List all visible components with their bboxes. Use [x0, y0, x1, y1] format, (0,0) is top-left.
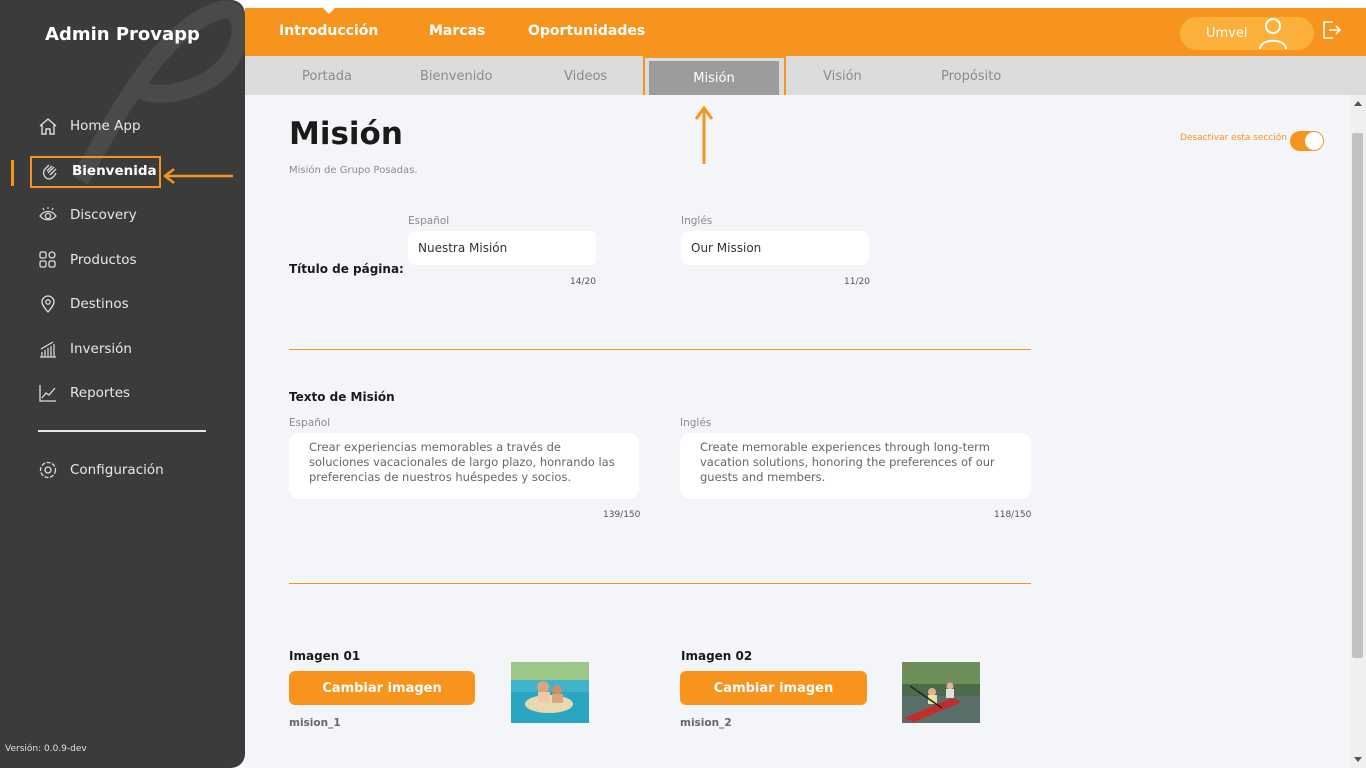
toggle-label: Desactivar esta sección	[1180, 133, 1288, 143]
sidebar-item-label: Home App	[70, 118, 141, 134]
sidebar-item-productos[interactable]: Productos	[38, 250, 137, 270]
pool-photo-icon	[511, 662, 589, 723]
sidebar-item-label: Reportes	[70, 385, 131, 401]
sidebar-item-label: Productos	[70, 252, 137, 268]
subtab-proposito[interactable]: Propósito	[941, 69, 1001, 84]
sidebar-item-label: Inversión	[70, 341, 132, 357]
sidebar-item-configuracion[interactable]: Configuración	[38, 460, 164, 480]
sidebar-item-destinos[interactable]: Destinos	[38, 294, 129, 314]
tab-marcas[interactable]: Marcas	[429, 23, 485, 39]
sidebar-item-label: Discovery	[70, 207, 137, 223]
line-chart-icon	[39, 385, 56, 402]
wave-hand-icon	[42, 164, 57, 180]
top-navbar: Introducción Marcas Oportunidades Umvel	[245, 8, 1366, 56]
user-menu-button[interactable]: Umvel	[1180, 17, 1314, 50]
texto-en-textarea[interactable]: Create memorable experiences through lon…	[680, 433, 1031, 499]
bar-growth-icon	[40, 341, 56, 358]
gear-icon	[39, 461, 57, 479]
tab-oportunidades[interactable]: Oportunidades	[528, 23, 645, 39]
sidebar-item-bienvenida[interactable]: Bienvenida	[40, 161, 157, 181]
titulo-label: Título de página:	[289, 262, 404, 276]
imagen-02-label: Imagen 02	[681, 649, 753, 663]
scroll-up-icon[interactable]	[1354, 101, 1362, 106]
page-subtitle: Misión de Grupo Posadas.	[289, 165, 418, 176]
section-divider	[289, 349, 1031, 350]
home-icon	[39, 118, 57, 135]
page-title: Misión	[289, 116, 403, 152]
subtab-mision[interactable]: Misión	[649, 61, 779, 95]
vertical-scrollbar[interactable]	[1350, 95, 1366, 768]
main-content	[245, 95, 1350, 768]
subtab-bienvenido[interactable]: Bienvenido	[420, 69, 493, 84]
titulo-es-counter: 14/20	[570, 277, 596, 287]
toggle-knob	[1305, 132, 1323, 150]
cambiar-imagen-01-button[interactable]: Cambiar imagen	[289, 671, 475, 705]
grid-icon	[39, 251, 56, 268]
titulo-en-counter: 11/20	[844, 277, 870, 287]
active-indicator	[11, 160, 14, 186]
section-divider	[289, 583, 1031, 584]
imagen-01-filename: mision_1	[289, 717, 341, 729]
user-name: Umvel	[1206, 26, 1248, 41]
imagen-01-label: Imagen 01	[289, 649, 361, 663]
section-toggle[interactable]	[1290, 131, 1324, 151]
scroll-thumb[interactable]	[1352, 133, 1363, 658]
pointer-arrow-up-icon	[694, 105, 714, 164]
texto-es-label: Español	[289, 417, 331, 429]
titulo-es-input[interactable]: Nuestra Misión	[408, 231, 596, 265]
sidebar: Admin Provapp Home App Bienvenida Discov…	[0, 0, 245, 768]
subtab-highlight-box: Misión	[643, 56, 786, 99]
app-brand: Admin Provapp	[45, 24, 200, 45]
texto-en-counter: 118/150	[994, 510, 1032, 520]
sidebar-item-reportes[interactable]: Reportes	[38, 383, 130, 403]
kayak-photo-icon	[902, 662, 980, 723]
imagen-02-filename: mision_2	[680, 717, 732, 729]
user-avatar-icon	[1259, 18, 1287, 50]
texto-es-counter: 139/150	[603, 510, 641, 520]
sidebar-item-label: Configuración	[70, 462, 164, 478]
pointer-arrow-icon	[162, 168, 233, 184]
sidebar-item-home-app[interactable]: Home App	[38, 116, 141, 136]
sidebar-item-label: Bienvenida	[72, 163, 157, 179]
eye-icon	[39, 207, 57, 221]
sidebar-item-discovery[interactable]: Discovery	[38, 205, 137, 225]
texto-en-label: Inglés	[680, 417, 712, 429]
imagen-01-thumbnail	[511, 662, 589, 723]
texto-label: Texto de Misión	[289, 390, 395, 404]
titulo-en-label: Inglés	[681, 215, 713, 227]
sidebar-item-inversion[interactable]: Inversión	[38, 339, 132, 359]
subtab-vision[interactable]: Visión	[823, 69, 862, 84]
subtab-videos[interactable]: Videos	[564, 69, 607, 84]
sidebar-divider	[38, 430, 206, 432]
titulo-en-input[interactable]: Our Mission	[681, 231, 869, 265]
logout-icon[interactable]	[1322, 20, 1342, 40]
cambiar-imagen-02-button[interactable]: Cambiar imagen	[680, 671, 867, 705]
texto-es-textarea[interactable]: Crear experiencias memorables a través d…	[289, 433, 639, 499]
version-text: Versión: 0.0.9-dev	[5, 744, 87, 754]
map-pin-icon	[41, 295, 55, 314]
imagen-02-thumbnail	[902, 662, 980, 723]
tab-introduccion[interactable]: Introducción	[279, 8, 378, 39]
sidebar-item-label: Destinos	[70, 296, 129, 312]
subtab-portada[interactable]: Portada	[302, 69, 352, 84]
sub-tabs-bar: Portada Bienvenido Videos Misión Visión …	[245, 56, 1366, 99]
titulo-es-label: Español	[408, 215, 450, 227]
scroll-down-icon[interactable]	[1354, 757, 1362, 762]
